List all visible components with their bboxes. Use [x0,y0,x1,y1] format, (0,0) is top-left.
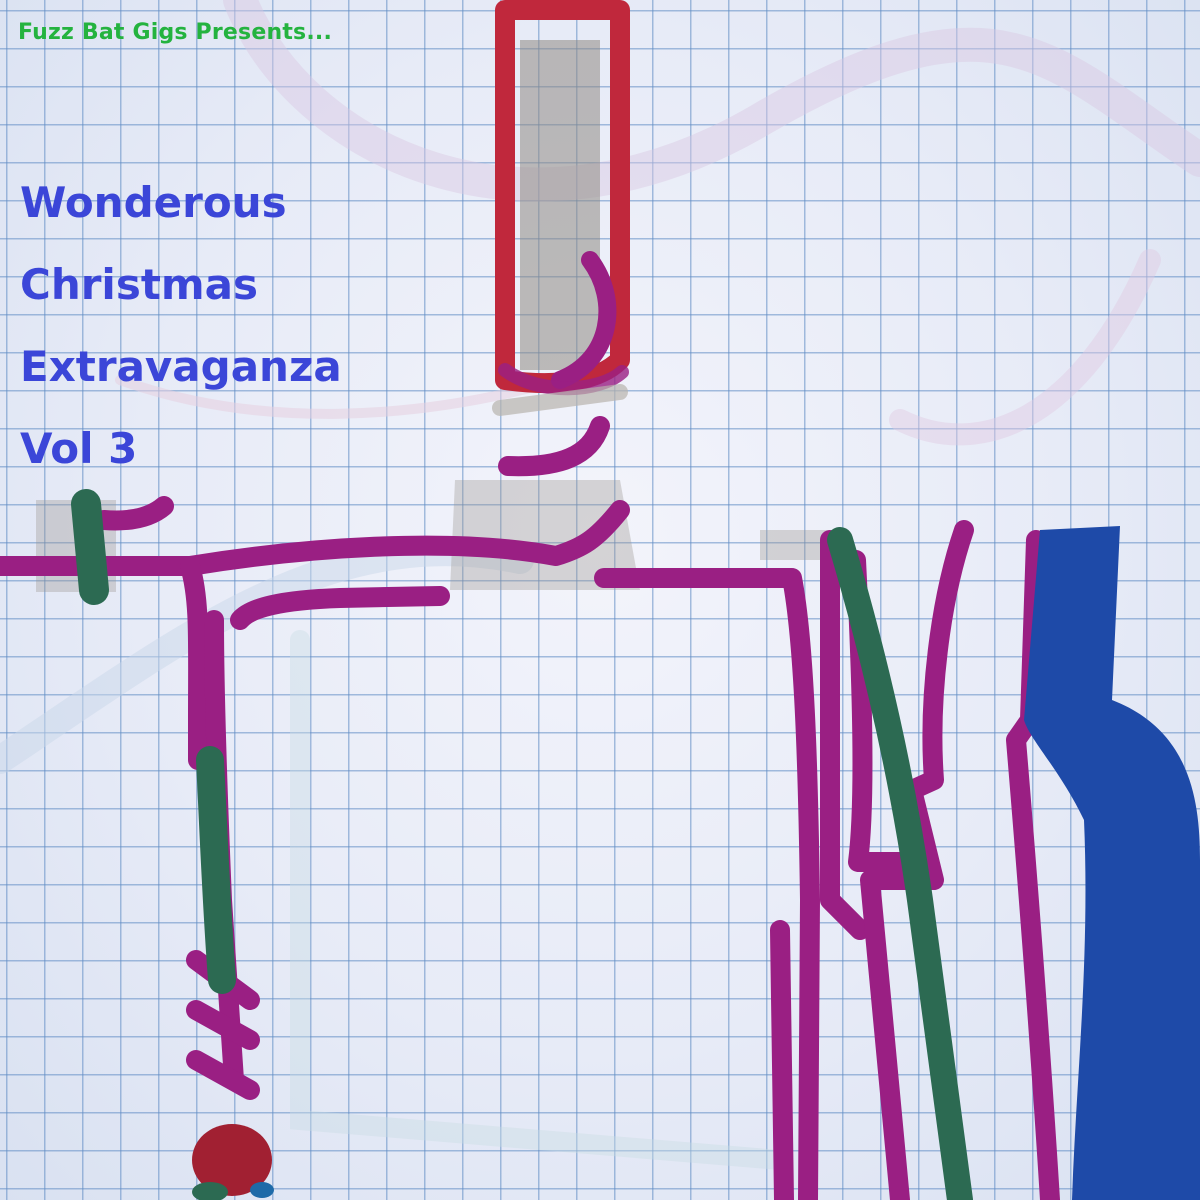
title-line-2: Christmas [20,260,259,309]
presenter-line: Fuzz Bat Gigs Presents... [18,20,333,45]
album-cover: Fuzz Bat Gigs Presents... Wonderous Chri… [0,0,1200,1200]
magenta-marker-lines [0,416,1060,1200]
title-line-3: Extravaganza [20,342,342,391]
title-line-1: Wonderous [20,178,287,227]
album-title: Wonderous Christmas Extravaganza Vol 3 [20,162,342,490]
bottom-left-red-accents [192,1124,274,1200]
title-line-4: Vol 3 [20,424,138,473]
